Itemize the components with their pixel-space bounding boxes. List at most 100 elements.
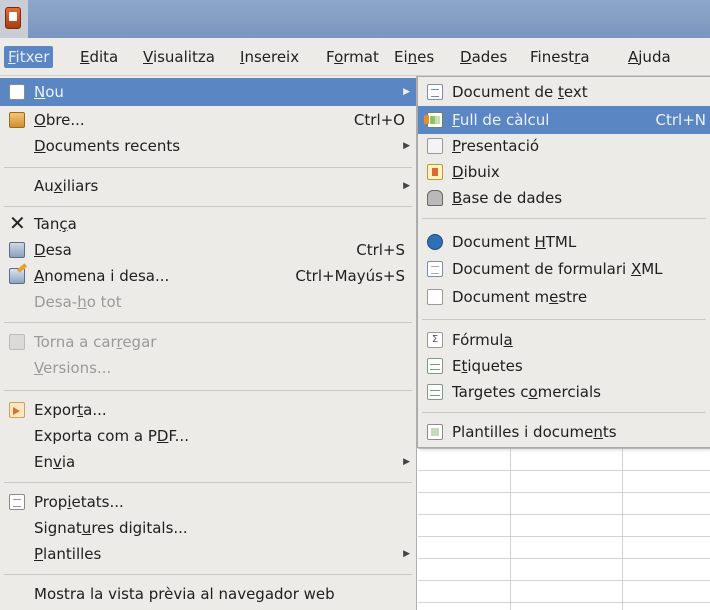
menu-item-label: Propietats... [34,488,124,516]
label-pre: Document [452,233,535,251]
save-as-icon [9,268,25,284]
label-pre: Plantilles i docume [452,423,594,441]
grid-line [418,448,710,449]
label-key: a [503,331,513,349]
menu-label-key: D [460,48,472,66]
menu-item-propietats[interactable]: Propietats... [0,488,416,516]
menu-item-signatures-digitals[interactable]: Signatures digitals... [0,514,416,542]
xml-form-icon [427,261,443,277]
title-bar-fill [28,0,710,38]
close-icon: ✕ [9,211,26,235]
menu-label-key: o [334,48,344,66]
label-post: iliars [62,177,99,195]
submenu-item-presentacio[interactable]: Presentació [418,132,710,160]
label-pre: En [34,453,53,471]
formula-icon: Σ [427,332,443,348]
menu-item-label: Envia [34,448,75,476]
submenu-item-plantilles-i-documents[interactable]: Plantilles i documents [418,418,710,446]
label-post: etats... [71,493,124,511]
menu-visualitza[interactable]: Visualitza [139,46,219,68]
label-key: P [34,545,44,563]
menu-item-label: Torna a carregar [34,328,156,356]
submenu-item-dibuix[interactable]: Dibuix [418,158,710,186]
label-pre: Torna a car [34,333,117,351]
label-key: D [34,241,46,259]
menu-item-exporta-pdf[interactable]: Exporta com a PDF... [0,422,416,450]
label-post: ersions... [43,359,112,377]
label-key: o [528,383,538,401]
label-post: ML [641,260,663,278]
menu-item-exporta[interactable]: Exporta... [0,396,416,424]
submenu-item-etiquetes[interactable]: Etiquetes [418,352,710,380]
label-pre: Document de formulari [452,260,631,278]
label-key: ç [59,215,68,233]
label-key: O [34,111,46,129]
menu-insereix[interactable]: Insereix [236,46,303,68]
menu-item-label: Exporta com a PDF... [34,422,189,450]
shortcut-label: Ctrl+Mayús+S [295,267,405,285]
submenu-item-label: Etiquetes [452,352,523,380]
label-key: x [53,177,63,195]
label-post: res digitals... [91,519,188,537]
menu-label-post: nsereix [244,48,300,66]
menu-item-auxiliars[interactable]: Auxiliars ▶ [0,172,416,200]
menu-item-desa[interactable]: Desa Ctrl+S [0,236,416,264]
title-bar [0,0,710,38]
menu-item-anomena-i-desa[interactable]: Anomena i desa... Ctrl+Mayús+S [0,262,416,290]
submenu-item-document-mestre[interactable]: Document mestre [418,283,710,311]
menu-separator [422,319,706,320]
grid-line [418,558,710,559]
menu-label-key: F [8,48,16,66]
menu-eines[interactable]: Eines [390,46,438,68]
menu-finestra[interactable]: Finestra [526,46,594,68]
menu-label-key: n [407,48,418,66]
submenu-item-full-de-calcul[interactable]: Full de càlcul Ctrl+N [418,106,710,134]
submenu-arrow-icon: ▶ [403,549,410,559]
submenu-item-document-html[interactable]: Document HTML [418,228,710,256]
menu-fitxer[interactable]: Fitxer [4,46,54,68]
new-submenu: Document de text Full de càlcul Ctrl+N P… [417,76,710,448]
label-pre: Au [34,177,54,195]
menu-item-documents-recents[interactable]: Documents recents ▶ [0,132,416,160]
menu-item-envia[interactable]: Envia ▶ [0,448,416,476]
menu-item-obre[interactable]: Obre... Ctrl+O [0,106,416,134]
submenu-item-document-de-text[interactable]: Document de text [418,78,710,106]
menu-item-tanca[interactable]: ✕ Tança [0,210,416,238]
label-pre: Document m [452,288,550,306]
submenu-item-label: Document mestre [452,283,587,311]
submenu-arrow-icon: ▶ [403,457,410,467]
spreadsheet-grid[interactable] [418,440,710,610]
menu-separator [4,574,412,575]
label-pre: Mostra la vista prèvia al navegador web [34,585,335,603]
menu-label-post: dita [89,48,119,66]
menu-item-label: Desa [34,236,72,264]
menu-item-desa-ho-tot: Desa-ho tot [0,288,416,316]
menu-item-nou[interactable]: Nou ▶ [0,78,416,106]
submenu-item-label: Plantilles i documents [452,418,617,446]
label-post: bre... [45,111,85,129]
file-menu: Nou ▶ Obre... Ctrl+O Documents recents ▶… [0,76,417,610]
menu-label-pre: Finest [530,48,575,66]
submenu-item-targetes-comercials[interactable]: Targetes comercials [418,378,710,406]
menu-item-label: Exporta... [34,396,107,424]
menu-item-vista-previa-web[interactable]: Mostra la vista prèvia al navegador web [0,580,416,608]
menu-format[interactable]: Format [322,46,383,68]
app-icon[interactable] [5,7,21,29]
submenu-arrow-icon: ▶ [403,141,410,151]
menu-edita[interactable]: Edita [76,46,122,68]
menu-separator [4,390,412,391]
submenu-item-formula[interactable]: Σ Fórmula [418,326,710,354]
submenu-item-base-de-dades[interactable]: Base de dades [418,184,710,212]
menu-ajuda[interactable]: Ajuda [624,46,675,68]
submenu-item-formulari-xml[interactable]: Document de formulari XML [418,255,710,283]
menu-item-plantilles[interactable]: Plantilles ▶ [0,540,416,568]
label-post: iquetes [467,357,523,375]
menu-dades[interactable]: Dades [456,46,511,68]
label-key: F [452,111,460,129]
label-pre: Targetes c [452,383,529,401]
label-post: lantilles [43,545,102,563]
master-document-icon [427,289,443,305]
menu-item-torna-a-carregar: Torna a carregar [0,328,416,356]
label-key: h [77,293,87,311]
submenu-item-label: Document de formulari XML [452,255,663,283]
